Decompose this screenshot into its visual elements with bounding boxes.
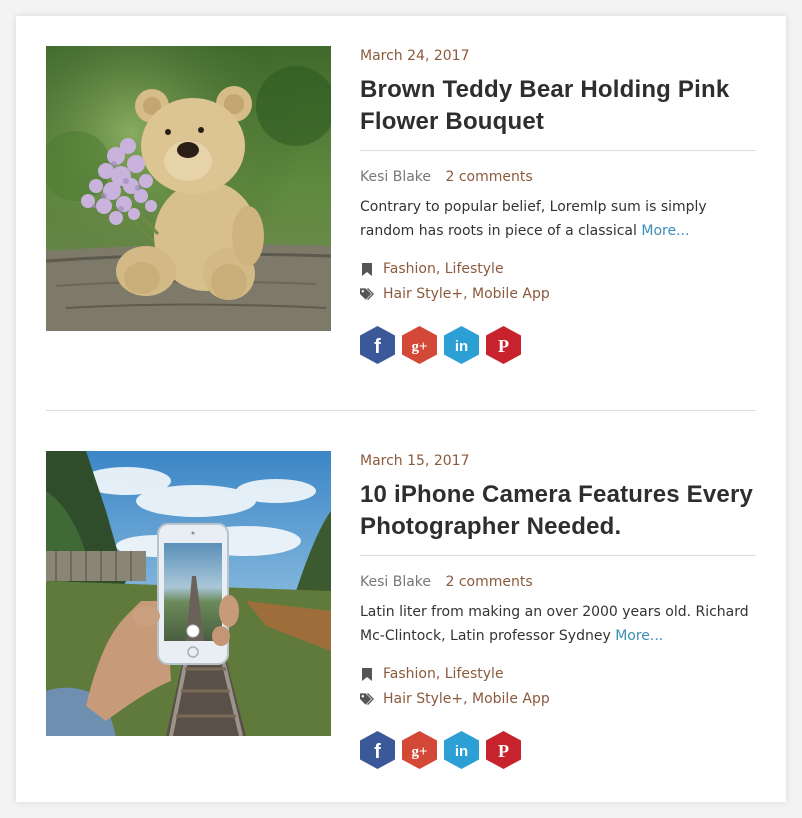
pinterest-icon[interactable]: P	[486, 326, 521, 364]
svg-text:in: in	[455, 338, 468, 355]
tag-separator: ,	[463, 691, 473, 707]
bookmark-icon	[360, 668, 374, 682]
facebook-icon[interactable]: f	[360, 731, 395, 769]
category-separator: ,	[435, 261, 445, 277]
title-divider	[360, 150, 756, 151]
blog-list-card: March 24, 2017 Brown Teddy Bear Holding …	[16, 16, 786, 802]
post-thumbnail-teddy-bear[interactable]	[46, 46, 331, 331]
post-thumbnail-phone-railway[interactable]	[46, 451, 331, 736]
tag-link[interactable]: Mobile App	[472, 282, 550, 307]
tags-icon	[360, 288, 374, 302]
pinterest-icon[interactable]: P	[486, 731, 521, 769]
post-author[interactable]: Kesi Blake	[360, 169, 431, 185]
tag-link[interactable]: Hair Style+	[383, 687, 463, 712]
read-more-link[interactable]: More...	[615, 628, 663, 644]
svg-text:g+: g+	[411, 744, 427, 760]
svg-text:P: P	[498, 741, 509, 761]
post-content: March 24, 2017 Brown Teddy Bear Holding …	[360, 46, 756, 364]
post-meta: Kesi Blake 2 comments	[360, 572, 756, 592]
tag-link[interactable]: Hair Style+	[383, 282, 463, 307]
title-divider	[360, 555, 756, 556]
linkedin-icon[interactable]: in	[444, 731, 479, 769]
tag-link[interactable]: Mobile App	[472, 687, 550, 712]
post-categories: Fashion, Lifestyle	[360, 257, 756, 282]
post-author[interactable]: Kesi Blake	[360, 574, 431, 590]
tags-icon	[360, 693, 374, 707]
comments-link[interactable]: 2 comments	[445, 169, 532, 185]
bookmark-icon	[360, 263, 374, 277]
blog-post: March 24, 2017 Brown Teddy Bear Holding …	[46, 46, 756, 406]
category-separator: ,	[435, 666, 445, 682]
svg-text:f: f	[374, 741, 381, 763]
tag-separator: ,	[463, 286, 473, 302]
post-tags: Hair Style+, Mobile App	[360, 282, 756, 307]
social-share: f g+ in P	[360, 326, 756, 364]
post-title[interactable]: Brown Teddy Bear Holding Pink Flower Bou…	[360, 74, 756, 138]
phone-railway-image	[46, 451, 331, 736]
read-more-link[interactable]: More...	[641, 223, 689, 239]
excerpt-text: Latin liter from making an over 2000 yea…	[360, 604, 749, 644]
post-categories: Fashion, Lifestyle	[360, 662, 756, 687]
category-link[interactable]: Fashion	[383, 257, 436, 282]
svg-text:in: in	[455, 743, 468, 760]
svg-text:g+: g+	[411, 339, 427, 355]
comments-link[interactable]: 2 comments	[445, 574, 532, 590]
post-content: March 15, 2017 10 iPhone Camera Features…	[360, 451, 756, 769]
post-date: March 15, 2017	[360, 453, 470, 469]
post-meta: Kesi Blake 2 comments	[360, 167, 756, 187]
facebook-icon[interactable]: f	[360, 326, 395, 364]
social-share: f g+ in P	[360, 731, 756, 769]
google-plus-icon[interactable]: g+	[402, 731, 437, 769]
svg-text:P: P	[498, 336, 509, 356]
linkedin-icon[interactable]: in	[444, 326, 479, 364]
post-excerpt: Latin liter from making an over 2000 yea…	[360, 600, 756, 648]
teddy-bear-image	[46, 46, 331, 331]
post-tags: Hair Style+, Mobile App	[360, 687, 756, 712]
svg-text:f: f	[374, 336, 381, 358]
blog-post: March 15, 2017 10 iPhone Camera Features…	[46, 451, 756, 811]
post-divider	[46, 410, 756, 411]
category-link[interactable]: Lifestyle	[445, 662, 504, 687]
category-link[interactable]: Fashion	[383, 662, 436, 687]
post-date: March 24, 2017	[360, 48, 470, 64]
post-excerpt: Contrary to popular belief, LoremIp sum …	[360, 195, 756, 243]
category-link[interactable]: Lifestyle	[445, 257, 504, 282]
google-plus-icon[interactable]: g+	[402, 326, 437, 364]
post-title[interactable]: 10 iPhone Camera Features Every Photogra…	[360, 479, 756, 543]
